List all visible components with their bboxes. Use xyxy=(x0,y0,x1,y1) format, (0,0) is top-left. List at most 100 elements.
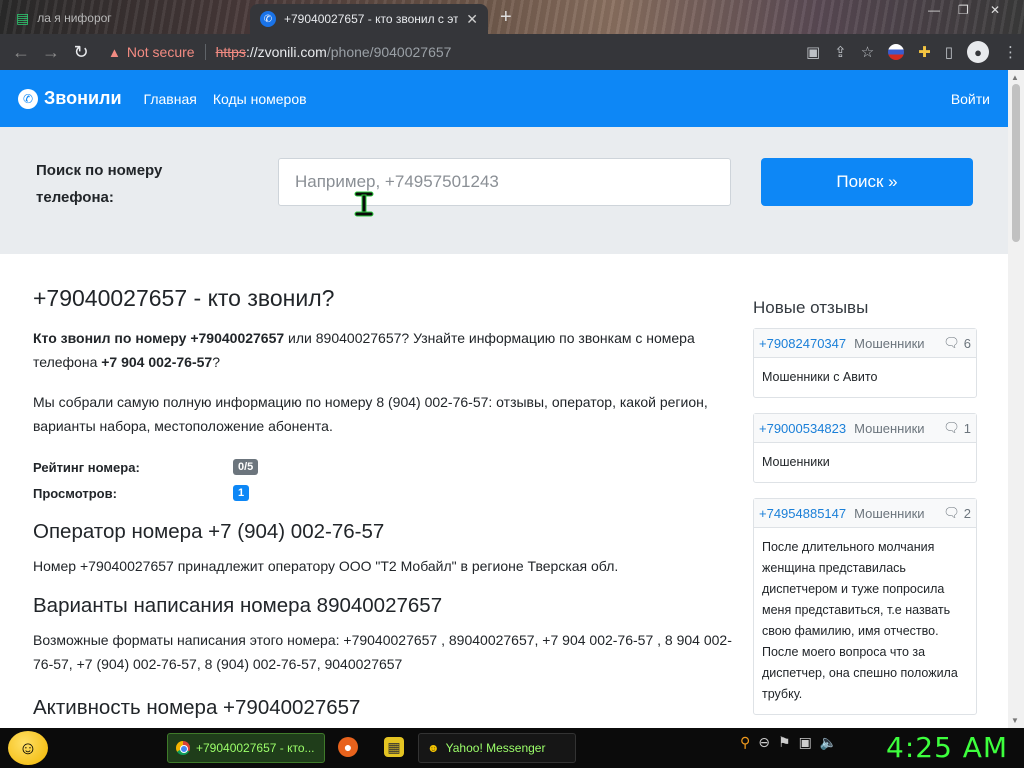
monitor-icon[interactable]: ▣ xyxy=(799,734,812,751)
comment-count: 1 xyxy=(963,420,971,436)
volume-icon[interactable]: 🔈 xyxy=(820,734,837,751)
web-page: ✆ Звонили Главная Коды номеров Войти Пои… xyxy=(0,70,1008,728)
security-indicator[interactable]: ▲ Not secure xyxy=(108,44,195,60)
comments-icon: 🗨 xyxy=(943,420,960,435)
intro-text-2: ? xyxy=(212,354,220,370)
os-taskbar: ☺ +79040027657 - кто... ● ▦ ☻ Yahoo! Mes… xyxy=(0,728,1024,768)
main-content: +79040027657 - кто звонил? Кто звонил по… xyxy=(33,285,733,728)
share-icon[interactable]: ⇪ xyxy=(834,43,847,61)
site-brand[interactable]: ✆ Звонили xyxy=(18,88,122,109)
reload-icon[interactable]: ↻ xyxy=(66,42,96,63)
nav-link-home[interactable]: Главная xyxy=(144,91,197,107)
tab-title: ла я нифорог xyxy=(37,11,112,25)
review-card: +79082470347 Мошенники 🗨 6 Мошенники с Ав… xyxy=(753,328,977,398)
yahoo-smiley-icon: ☻ xyxy=(427,741,440,755)
text-cursor-icon xyxy=(354,191,374,217)
review-header: +74954885147 Мошенники 🗨 2 xyxy=(754,499,976,528)
intro-paragraph: Кто звонил по номеру +79040027657 или 89… xyxy=(33,326,733,374)
review-count: 🗨 6 xyxy=(943,335,971,351)
rating-label: Рейтинг номера: xyxy=(33,459,140,475)
puzzle-icon[interactable]: ✚ xyxy=(918,43,931,61)
review-count: 🗨 1 xyxy=(943,420,971,436)
page-title: +79040027657 - кто звонил? xyxy=(33,285,335,311)
phone-favicon-icon: ✆ xyxy=(260,11,276,27)
browser-tab-active[interactable]: ✆ +79040027657 - кто звонил с эт ✕ xyxy=(250,4,488,34)
variants-heading: Варианты написания номера 89040027657 xyxy=(33,594,443,617)
taskbar-chrome-label: +79040027657 - кто... xyxy=(196,741,315,755)
comment-count: 2 xyxy=(963,505,971,521)
phone-search-input[interactable] xyxy=(278,158,731,206)
system-tray: ⚲ ⊖ ⚑ ▣ 🔈 xyxy=(740,734,837,751)
nav-link-codes[interactable]: Коды номеров xyxy=(213,91,307,107)
views-badge: 1 xyxy=(233,485,250,501)
back-arrow-icon[interactable]: ← xyxy=(6,42,36,63)
start-smiley-icon[interactable]: ☺ xyxy=(8,731,48,765)
kebab-menu-icon[interactable]: ⋮ xyxy=(1003,43,1018,61)
scroll-down-icon[interactable]: ▼ xyxy=(1011,716,1019,725)
browser-tab-strip: ▤ ла я нифорог ✆ +79040027657 - кто звон… xyxy=(0,0,1024,34)
new-tab-icon[interactable]: + xyxy=(500,6,512,29)
bookmark-star-icon[interactable]: ☆ xyxy=(861,43,874,61)
tab-title: +79040027657 - кто звонил с эт xyxy=(284,12,459,26)
views-label: Просмотров: xyxy=(33,485,117,501)
review-card: +79000534823 Мошенники 🗨 1 Мошенники xyxy=(753,413,977,483)
review-phone-link[interactable]: +79082470347 xyxy=(759,336,846,351)
variants-text: Возможные форматы написания этого номера… xyxy=(33,632,732,672)
rating-row: Рейтинг номера: 0/5 xyxy=(33,454,733,480)
flag-extension-icon[interactable] xyxy=(888,44,905,60)
profile-icon[interactable]: ● xyxy=(967,41,989,63)
minimize-icon[interactable]: — xyxy=(928,0,940,20)
intro-bold-2: +7 904 002-76-57 xyxy=(101,354,213,370)
address-bar[interactable]: ▲ Not secure https://zvonili.com/phone/9… xyxy=(108,37,853,67)
review-text: Мошенники xyxy=(762,455,830,469)
new-reviews-sidebar: Новые отзывы +79082470347 Мошенники 🗨 6 М… xyxy=(753,298,977,728)
search-section: Поиск по номеру телефона: Поиск » xyxy=(0,127,1008,254)
taskbar-yahoo-label: Yahoo! Messenger xyxy=(445,741,546,755)
review-tag: Мошенники xyxy=(854,420,925,436)
views-row: Просмотров: 1 xyxy=(33,480,733,506)
review-tag: Мошенники xyxy=(854,335,925,351)
rating-badge: 0/5 xyxy=(233,459,259,475)
taskbar-clock[interactable]: 4:25 AM xyxy=(886,731,1008,764)
search-button[interactable]: Поиск » xyxy=(761,158,973,206)
review-header: +79000534823 Мошенники 🗨 1 xyxy=(754,414,976,443)
review-phone-link[interactable]: +79000534823 xyxy=(759,421,846,436)
scrollbar-thumb[interactable] xyxy=(1012,84,1020,242)
search-icon[interactable]: ⚲ xyxy=(740,734,750,751)
search-label: Поиск по номеру телефона: xyxy=(36,162,163,206)
review-phone-link[interactable]: +74954885147 xyxy=(759,506,846,521)
firefox-icon[interactable]: ● xyxy=(338,737,358,757)
network-flag-icon[interactable]: ⚑ xyxy=(778,734,791,751)
wifi-icon: ▤ xyxy=(16,9,30,26)
browser-toolbar: ← → ↻ ▲ Not secure https://zvonili.com/p… xyxy=(0,34,1024,70)
minus-circle-icon[interactable]: ⊖ xyxy=(758,734,770,751)
scroll-up-icon[interactable]: ▲ xyxy=(1011,73,1019,82)
warning-icon: ▲ xyxy=(108,44,121,60)
omnibox-divider xyxy=(204,44,206,60)
site-navbar: ✆ Звонили Главная Коды номеров Войти xyxy=(0,70,1008,127)
close-tab-icon[interactable]: ✕ xyxy=(466,11,478,28)
url-text: https://zvonili.com/phone/9040027657 xyxy=(216,44,452,60)
comments-icon: 🗨 xyxy=(943,335,960,350)
review-card: +74954885147 Мошенники 🗨 2 После длительн… xyxy=(753,498,977,715)
activity-heading: Активность номера +79040027657 xyxy=(33,696,361,719)
side-panel-icon[interactable]: ▯ xyxy=(945,43,953,61)
review-count: 🗨 2 xyxy=(943,505,971,521)
taskbar-yahoo-window[interactable]: ☻ Yahoo! Messenger xyxy=(418,733,576,763)
page-scrollbar[interactable]: ▲ ▼ xyxy=(1008,70,1024,728)
folder-icon[interactable]: ▦ xyxy=(384,737,404,757)
sidebar-title: Новые отзывы xyxy=(753,298,869,317)
comments-icon: 🗨 xyxy=(943,505,960,520)
browser-tab-inactive[interactable]: ▤ ла я нифорог xyxy=(10,4,250,32)
url-scheme: https xyxy=(215,44,246,60)
restore-icon[interactable]: ❐ xyxy=(958,0,969,20)
operator-text: Номер +79040027657 принадлежит оператору… xyxy=(33,558,619,574)
toolbar-actions: ▣ ⇪ ☆ ✚ ▯ ● ⋮ xyxy=(806,34,1018,70)
close-window-icon[interactable]: ✕ xyxy=(990,0,1000,20)
login-link[interactable]: Войти xyxy=(951,91,990,107)
forward-arrow-icon[interactable]: → xyxy=(36,42,66,63)
brand-name: Звонили xyxy=(44,88,122,108)
translate-icon[interactable]: ▣ xyxy=(806,43,820,61)
taskbar-chrome-window[interactable]: +79040027657 - кто... xyxy=(167,733,325,763)
operator-heading: Оператор номера +7 (904) 002-76-57 xyxy=(33,520,385,543)
